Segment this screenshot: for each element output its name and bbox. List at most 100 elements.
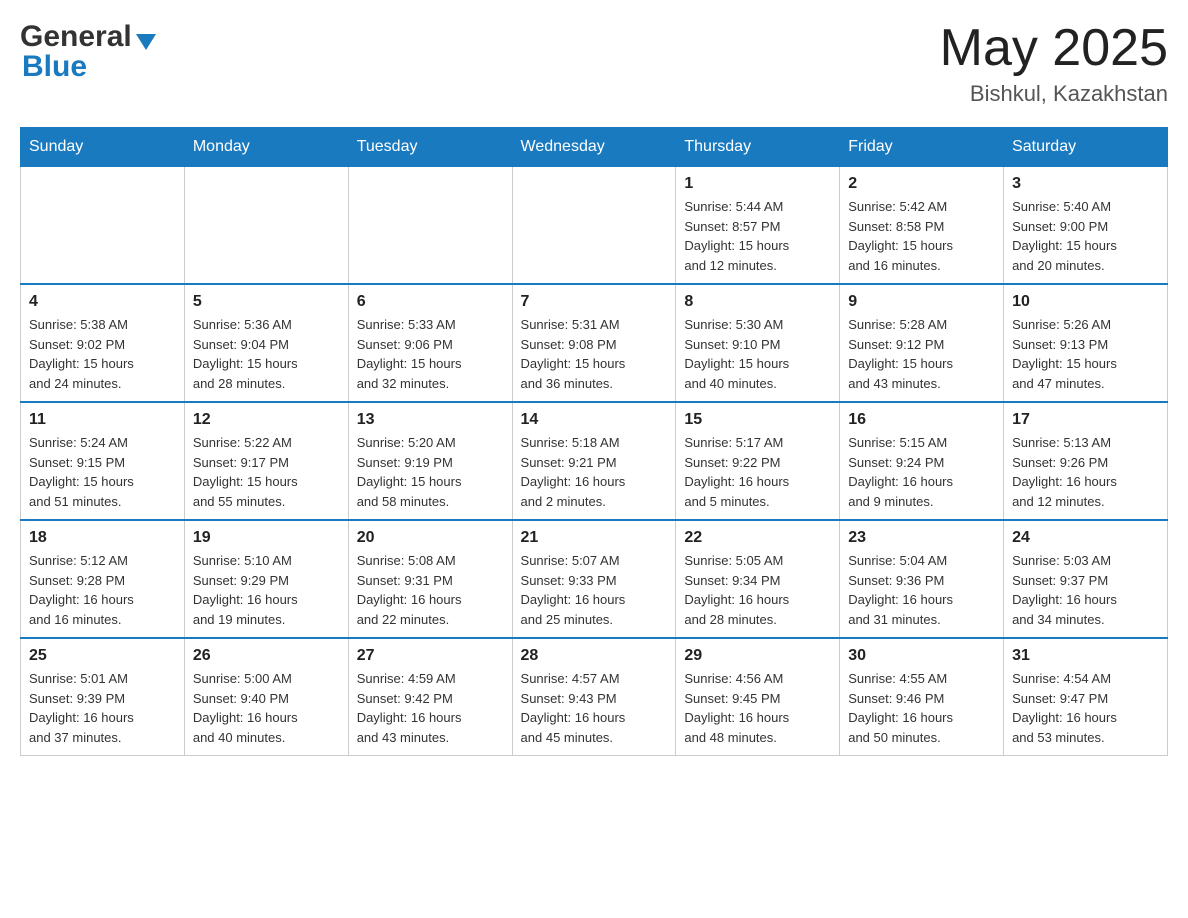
- location-text: Bishkul, Kazakhstan: [940, 81, 1168, 107]
- day-info: Sunrise: 5:36 AMSunset: 9:04 PMDaylight:…: [193, 315, 340, 393]
- calendar-cell-w4-d6: 24 Sunrise: 5:03 AMSunset: 9:37 PMDayligh…: [1004, 520, 1168, 638]
- day-number: 30: [848, 647, 995, 665]
- header-saturday: Saturday: [1004, 128, 1168, 167]
- day-number: 11: [29, 411, 176, 429]
- logo: General Blue: [20, 20, 156, 84]
- calendar-cell-w4-d4: 22Sunrise: 5:05 AMSunset: 9:34 PMDayligh…: [676, 520, 840, 638]
- calendar-cell-w1-d2: [348, 167, 512, 285]
- calendar-cell-w1-d3: [512, 167, 676, 285]
- calendar-week-1: 1 Sunrise: 5:44 AMSunset: 8:57 PMDaylight…: [21, 167, 1168, 285]
- day-info: Sunrise: 5:13 AMSunset: 9:26 PMDaylight:…: [1012, 433, 1159, 511]
- day-info: Sunrise: 5:12 AMSunset: 9:28 PMDaylight:…: [29, 551, 176, 629]
- calendar-cell-w3-d4: 15 Sunrise: 5:17 AMSunset: 9:22 PMDayligh…: [676, 402, 840, 520]
- calendar-cell-w2-d0: 4 Sunrise: 5:38 AMSunset: 9:02 PMDaylight…: [21, 284, 185, 402]
- calendar-cell-w2-d3: 7 Sunrise: 5:31 AMSunset: 9:08 PMDaylight…: [512, 284, 676, 402]
- day-info: Sunrise: 5:44 AMSunset: 8:57 PMDaylight:…: [684, 197, 831, 275]
- day-number: 6: [357, 293, 504, 311]
- day-info: Sunrise: 5:18 AMSunset: 9:21 PMDaylight:…: [521, 433, 668, 511]
- calendar-header-row: Sunday Monday Tuesday Wednesday Thursday…: [21, 128, 1168, 167]
- day-info: Sunrise: 5:03 AMSunset: 9:37 PMDaylight:…: [1012, 551, 1159, 629]
- day-info: Sunrise: 5:10 AMSunset: 9:29 PMDaylight:…: [193, 551, 340, 629]
- header-thursday: Thursday: [676, 128, 840, 167]
- header-sunday: Sunday: [21, 128, 185, 167]
- calendar-cell-w5-d5: 30 Sunrise: 4:55 AMSunset: 9:46 PMDayligh…: [840, 638, 1004, 756]
- calendar-cell-w5-d1: 26Sunrise: 5:00 AMSunset: 9:40 PMDayligh…: [184, 638, 348, 756]
- day-number: 10: [1012, 293, 1159, 311]
- day-info: Sunrise: 5:38 AMSunset: 9:02 PMDaylight:…: [29, 315, 176, 393]
- calendar-cell-w4-d2: 20 Sunrise: 5:08 AMSunset: 9:31 PMDayligh…: [348, 520, 512, 638]
- logo-general-text: General: [20, 20, 132, 54]
- day-number: 23: [848, 529, 995, 547]
- day-info: Sunrise: 5:40 AMSunset: 9:00 PMDaylight:…: [1012, 197, 1159, 275]
- calendar-week-4: 18Sunrise: 5:12 AMSunset: 9:28 PMDayligh…: [21, 520, 1168, 638]
- day-number: 15: [684, 411, 831, 429]
- calendar-cell-w5-d0: 25 Sunrise: 5:01 AMSunset: 9:39 PMDayligh…: [21, 638, 185, 756]
- logo-blue-text: Blue: [22, 50, 87, 84]
- day-info: Sunrise: 4:59 AMSunset: 9:42 PMDaylight:…: [357, 669, 504, 747]
- day-info: Sunrise: 5:26 AMSunset: 9:13 PMDaylight:…: [1012, 315, 1159, 393]
- calendar-cell-w2-d6: 10 Sunrise: 5:26 AMSunset: 9:13 PMDayligh…: [1004, 284, 1168, 402]
- calendar-table: Sunday Monday Tuesday Wednesday Thursday…: [20, 127, 1168, 756]
- day-number: 28: [521, 647, 668, 665]
- calendar-cell-w1-d5: 2 Sunrise: 5:42 AMSunset: 8:58 PMDaylight…: [840, 167, 1004, 285]
- calendar-week-2: 4 Sunrise: 5:38 AMSunset: 9:02 PMDaylight…: [21, 284, 1168, 402]
- calendar-cell-w5-d6: 31 Sunrise: 4:54 AMSunset: 9:47 PMDayligh…: [1004, 638, 1168, 756]
- day-number: 17: [1012, 411, 1159, 429]
- calendar-week-5: 25 Sunrise: 5:01 AMSunset: 9:39 PMDayligh…: [21, 638, 1168, 756]
- day-number: 25: [29, 647, 176, 665]
- calendar-cell-w1-d6: 3 Sunrise: 5:40 AMSunset: 9:00 PMDaylight…: [1004, 167, 1168, 285]
- day-info: Sunrise: 4:54 AMSunset: 9:47 PMDaylight:…: [1012, 669, 1159, 747]
- calendar-cell-w5-d3: 28 Sunrise: 4:57 AMSunset: 9:43 PMDayligh…: [512, 638, 676, 756]
- calendar-cell-w3-d3: 14 Sunrise: 5:18 AMSunset: 9:21 PMDayligh…: [512, 402, 676, 520]
- day-info: Sunrise: 5:07 AMSunset: 9:33 PMDaylight:…: [521, 551, 668, 629]
- day-info: Sunrise: 5:28 AMSunset: 9:12 PMDaylight:…: [848, 315, 995, 393]
- day-info: Sunrise: 4:57 AMSunset: 9:43 PMDaylight:…: [521, 669, 668, 747]
- day-number: 20: [357, 529, 504, 547]
- day-number: 21: [521, 529, 668, 547]
- day-info: Sunrise: 5:31 AMSunset: 9:08 PMDaylight:…: [521, 315, 668, 393]
- calendar-cell-w3-d6: 17 Sunrise: 5:13 AMSunset: 9:26 PMDayligh…: [1004, 402, 1168, 520]
- day-info: Sunrise: 5:01 AMSunset: 9:39 PMDaylight:…: [29, 669, 176, 747]
- day-info: Sunrise: 5:04 AMSunset: 9:36 PMDaylight:…: [848, 551, 995, 629]
- day-info: Sunrise: 5:42 AMSunset: 8:58 PMDaylight:…: [848, 197, 995, 275]
- calendar-cell-w3-d5: 16Sunrise: 5:15 AMSunset: 9:24 PMDayligh…: [840, 402, 1004, 520]
- day-info: Sunrise: 5:17 AMSunset: 9:22 PMDaylight:…: [684, 433, 831, 511]
- day-number: 24: [1012, 529, 1159, 547]
- day-number: 16: [848, 411, 995, 429]
- header-tuesday: Tuesday: [348, 128, 512, 167]
- day-number: 4: [29, 293, 176, 311]
- day-number: 26: [193, 647, 340, 665]
- day-info: Sunrise: 4:56 AMSunset: 9:45 PMDaylight:…: [684, 669, 831, 747]
- calendar-cell-w1-d0: [21, 167, 185, 285]
- day-number: 22: [684, 529, 831, 547]
- calendar-cell-w1-d4: 1 Sunrise: 5:44 AMSunset: 8:57 PMDaylight…: [676, 167, 840, 285]
- day-info: Sunrise: 5:20 AMSunset: 9:19 PMDaylight:…: [357, 433, 504, 511]
- day-info: Sunrise: 5:08 AMSunset: 9:31 PMDaylight:…: [357, 551, 504, 629]
- day-number: 12: [193, 411, 340, 429]
- calendar-cell-w4-d1: 19Sunrise: 5:10 AMSunset: 9:29 PMDayligh…: [184, 520, 348, 638]
- page-header: General Blue May 2025 Bishkul, Kazakhsta…: [20, 20, 1168, 107]
- day-number: 9: [848, 293, 995, 311]
- title-section: May 2025 Bishkul, Kazakhstan: [940, 20, 1168, 107]
- calendar-cell-w5-d4: 29Sunrise: 4:56 AMSunset: 9:45 PMDayligh…: [676, 638, 840, 756]
- day-number: 2: [848, 175, 995, 193]
- calendar-cell-w3-d0: 11 Sunrise: 5:24 AMSunset: 9:15 PMDayligh…: [21, 402, 185, 520]
- day-number: 1: [684, 175, 831, 193]
- logo-arrow-icon: [136, 34, 156, 50]
- day-number: 3: [1012, 175, 1159, 193]
- day-info: Sunrise: 5:30 AMSunset: 9:10 PMDaylight:…: [684, 315, 831, 393]
- day-number: 14: [521, 411, 668, 429]
- day-number: 31: [1012, 647, 1159, 665]
- header-monday: Monday: [184, 128, 348, 167]
- day-number: 13: [357, 411, 504, 429]
- day-number: 7: [521, 293, 668, 311]
- calendar-cell-w1-d1: [184, 167, 348, 285]
- day-info: Sunrise: 5:33 AMSunset: 9:06 PMDaylight:…: [357, 315, 504, 393]
- calendar-cell-w2-d2: 6 Sunrise: 5:33 AMSunset: 9:06 PMDaylight…: [348, 284, 512, 402]
- header-wednesday: Wednesday: [512, 128, 676, 167]
- day-info: Sunrise: 5:24 AMSunset: 9:15 PMDaylight:…: [29, 433, 176, 511]
- day-info: Sunrise: 4:55 AMSunset: 9:46 PMDaylight:…: [848, 669, 995, 747]
- calendar-cell-w4-d5: 23 Sunrise: 5:04 AMSunset: 9:36 PMDayligh…: [840, 520, 1004, 638]
- calendar-cell-w4-d0: 18Sunrise: 5:12 AMSunset: 9:28 PMDayligh…: [21, 520, 185, 638]
- day-number: 5: [193, 293, 340, 311]
